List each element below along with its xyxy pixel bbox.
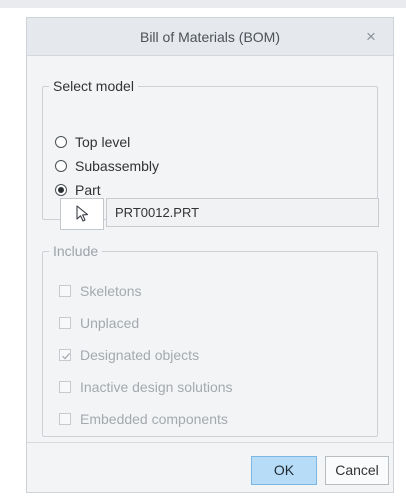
radio-label: Part bbox=[75, 182, 101, 198]
checkbox-box[interactable] bbox=[59, 285, 71, 297]
window-top-strip bbox=[0, 0, 406, 8]
checkbox-box-checked[interactable] bbox=[59, 349, 71, 361]
include-legend: Include bbox=[53, 243, 99, 259]
checkbox-box[interactable] bbox=[59, 413, 71, 425]
checkbox-unplaced[interactable]: Unplaced bbox=[59, 313, 139, 333]
checkbox-label: Unplaced bbox=[80, 315, 140, 331]
cancel-button[interactable]: Cancel bbox=[325, 456, 389, 485]
checkbox-inactive-design-solutions[interactable]: Inactive design solutions bbox=[59, 377, 233, 397]
footer-divider bbox=[27, 442, 393, 443]
checkbox-designated-objects[interactable]: Designated objects bbox=[59, 345, 199, 365]
radio-part[interactable]: Part bbox=[55, 180, 101, 200]
checkbox-box[interactable] bbox=[59, 381, 71, 393]
checkmark-icon bbox=[62, 352, 71, 360]
ok-button[interactable]: OK bbox=[251, 456, 317, 485]
radio-circle[interactable] bbox=[55, 160, 67, 172]
radio-subassembly[interactable]: Subassembly bbox=[55, 156, 159, 176]
model-name-field[interactable]: PRT0012.PRT bbox=[106, 198, 379, 227]
cursor-arrow-icon bbox=[76, 205, 89, 222]
checkbox-label: Skeletons bbox=[80, 283, 142, 299]
radio-top-level[interactable]: Top level bbox=[55, 132, 130, 152]
dialog-title: Bill of Materials (BOM) bbox=[139, 29, 281, 45]
checkbox-label: Inactive design solutions bbox=[80, 379, 233, 395]
radio-circle-selected[interactable] bbox=[55, 184, 67, 196]
radio-dot bbox=[58, 187, 64, 193]
checkbox-box[interactable] bbox=[59, 317, 71, 329]
checkbox-label: Designated objects bbox=[80, 347, 200, 363]
radio-label: Top level bbox=[75, 134, 131, 150]
select-model-group: Select model Top level Subassembly Part … bbox=[42, 78, 379, 230]
checkbox-label: Embedded components bbox=[80, 411, 228, 427]
select-model-button[interactable] bbox=[60, 198, 104, 230]
checkbox-embedded-components[interactable]: Embedded components bbox=[59, 409, 228, 429]
dialog-titlebar[interactable]: Bill of Materials (BOM) × bbox=[27, 18, 393, 56]
radio-label: Subassembly bbox=[75, 158, 160, 174]
close-icon[interactable]: × bbox=[359, 25, 383, 49]
checkbox-skeletons[interactable]: Skeletons bbox=[59, 281, 141, 301]
bom-dialog: Bill of Materials (BOM) × Select model T… bbox=[26, 17, 394, 493]
radio-circle[interactable] bbox=[55, 136, 67, 148]
include-group: Include Skeletons Unplaced Designated ob… bbox=[42, 243, 378, 437]
select-model-legend: Select model bbox=[53, 78, 134, 94]
